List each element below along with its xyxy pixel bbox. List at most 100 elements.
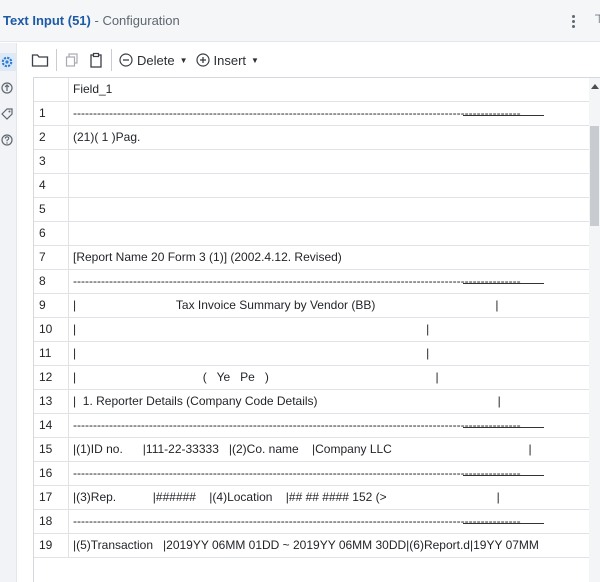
field-1-cell[interactable]: | | [69, 318, 600, 341]
panel-title: Text Input (51) - Configuration [0, 13, 180, 28]
gear-icon [1, 56, 13, 68]
row-header-corner [34, 78, 69, 101]
field-1-cell[interactable]: ----------------------------------------… [69, 510, 600, 533]
panel-subtitle: - Configuration [94, 13, 180, 28]
row-number: 13 [34, 390, 69, 413]
insert-label: Insert [213, 52, 247, 68]
row-number: 18 [34, 510, 69, 533]
table-row: 15 |(1)ID no. |111-22-33333 |(2)Co. name … [34, 438, 600, 462]
insert-button[interactable]: Insert ▼ [192, 48, 263, 72]
paste-button[interactable] [84, 48, 108, 72]
table-row: 13 | 1. Reporter Details (Company Code De… [34, 390, 600, 414]
separator-line [463, 283, 544, 284]
field-1-cell[interactable] [69, 174, 600, 197]
copy-button[interactable] [60, 48, 84, 72]
more-options-icon[interactable] [566, 12, 580, 30]
table-row: 19 |(5)Transaction |2019YY 06MM 01DD ~ 20… [34, 534, 600, 558]
table-row: 10 | | [34, 318, 600, 342]
row-number: 9 [34, 294, 69, 317]
field-1-cell[interactable]: | 1. Reporter Details (Company Code Deta… [69, 390, 600, 413]
field-1-cell[interactable]: [Report Name 20 Form 3 (1)] (2002.4.12. … [69, 246, 600, 269]
row-number: 6 [34, 222, 69, 245]
table-row: 2 (21)( 1 )Pag. [34, 126, 600, 150]
row-number: 12 [34, 366, 69, 389]
table-row: 16 --------------------------------------… [34, 462, 600, 486]
row-number: 3 [34, 150, 69, 173]
text-input-grid: Field_1 1 -------------------------------… [33, 77, 600, 582]
table-row: 5 [34, 198, 600, 222]
field-1-cell[interactable]: |(5)Transaction |2019YY 06MM 01DD ~ 2019… [69, 534, 600, 557]
panel-header: Text Input (51) - Configuration ⊤ [0, 0, 600, 42]
tag-icon [1, 108, 13, 120]
column-header-field-1[interactable]: Field_1 [69, 78, 600, 101]
table-row: 18 --------------------------------------… [34, 510, 600, 534]
separator-line [463, 115, 544, 116]
field-1-cell[interactable]: ----------------------------------------… [69, 462, 600, 485]
rail-annotation-button[interactable] [0, 105, 17, 123]
delete-label: Delete [137, 52, 175, 68]
clipboard-icon [90, 52, 102, 68]
field-1-cell[interactable]: |(3)Rep. |###### |(4)Location |## ## ###… [69, 486, 600, 509]
table-row: 1 ---------------------------------------… [34, 102, 600, 126]
workflow-icon [1, 82, 13, 94]
folder-icon [31, 54, 49, 67]
table-row: 17 |(3)Rep. |###### |(4)Location |## ## #… [34, 486, 600, 510]
config-side-rail [0, 43, 17, 582]
field-1-cell[interactable]: | ( Ye Pe ) | [69, 366, 600, 389]
field-1-cell[interactable]: | | [69, 342, 600, 365]
rail-configuration-button[interactable] [0, 53, 17, 71]
plus-circle-icon [195, 53, 210, 67]
table-row: 4 [34, 174, 600, 198]
row-number: 10 [34, 318, 69, 341]
row-number: 19 [34, 534, 69, 557]
row-number: 16 [34, 462, 69, 485]
grid-toolbar: Delete ▼ Insert ▼ [27, 46, 263, 74]
minus-circle-icon [119, 53, 133, 67]
row-number: 8 [34, 270, 69, 293]
table-row: 14 --------------------------------------… [34, 414, 600, 438]
table-row: 8 ---------------------------------------… [34, 270, 600, 294]
tool-name: Text Input (51) [3, 13, 91, 28]
row-number: 14 [34, 414, 69, 437]
separator-line [463, 523, 544, 524]
table-row: 11 | | [34, 342, 600, 366]
row-number: 1 [34, 102, 69, 125]
table-row: 3 [34, 150, 600, 174]
table-row: 7 [Report Name 20 Form 3 (1)] (2002.4.12.… [34, 246, 600, 270]
field-1-cell[interactable]: ----------------------------------------… [69, 102, 600, 125]
separator-line [463, 475, 544, 476]
rail-help-button[interactable] [0, 131, 17, 149]
field-1-cell[interactable]: ----------------------------------------… [69, 270, 600, 293]
table-row: 6 [34, 222, 600, 246]
separator-line [463, 427, 544, 428]
field-1-cell[interactable] [69, 222, 600, 245]
field-1-cell[interactable]: ----------------------------------------… [69, 414, 600, 437]
open-file-button[interactable] [27, 48, 53, 72]
copy-icon [65, 53, 78, 67]
toolbar-divider [111, 49, 112, 71]
scroll-up-arrow-icon[interactable] [591, 84, 599, 89]
field-1-cell[interactable]: |(1)ID no. |111-22-33333 |(2)Co. name |C… [69, 438, 600, 461]
row-number: 15 [34, 438, 69, 461]
rail-workflow-button[interactable] [0, 79, 17, 97]
chevron-down-icon: ▼ [251, 55, 259, 65]
table-row: 9 | Tax Invoice Summary by Vendor (BB) | [34, 294, 600, 318]
row-number: 4 [34, 174, 69, 197]
row-number: 5 [34, 198, 69, 221]
table-row: 12 | ( Ye Pe ) | [34, 366, 600, 390]
vertical-scrollbar[interactable] [589, 78, 600, 582]
pin-icon[interactable]: ⊤ [594, 12, 600, 30]
scrollbar-thumb[interactable] [590, 126, 599, 226]
chevron-down-icon: ▼ [179, 55, 188, 65]
row-number: 7 [34, 246, 69, 269]
row-number: 2 [34, 126, 69, 149]
field-1-cell[interactable] [69, 198, 600, 221]
help-icon [1, 134, 13, 146]
row-number: 17 [34, 486, 69, 509]
field-1-cell[interactable]: | Tax Invoice Summary by Vendor (BB) | [69, 294, 600, 317]
field-1-cell[interactable] [69, 150, 600, 173]
field-1-cell[interactable]: (21)( 1 )Pag. [69, 126, 600, 149]
header-actions: ⊤ [566, 12, 600, 30]
row-number: 11 [34, 342, 69, 365]
delete-button[interactable]: Delete ▼ [115, 48, 192, 72]
